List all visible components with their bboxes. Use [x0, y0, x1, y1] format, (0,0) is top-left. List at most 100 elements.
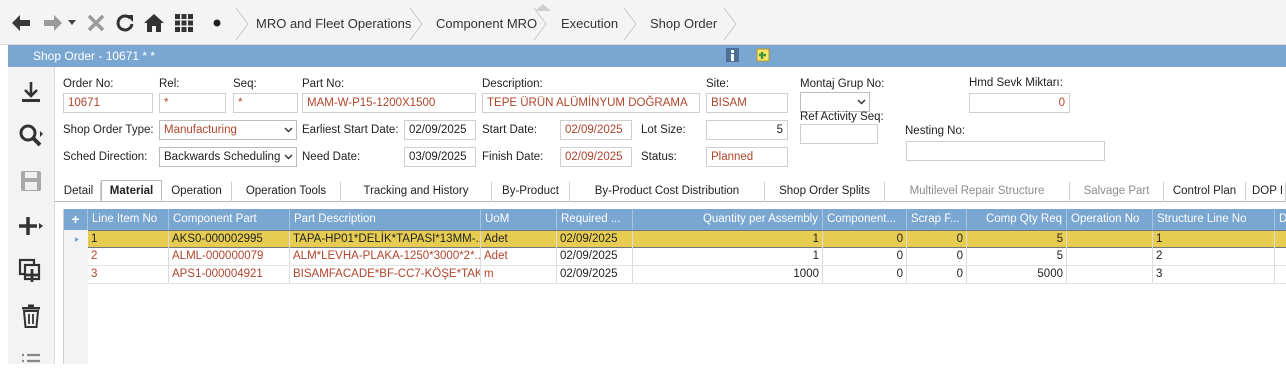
- chevron-down-icon: [284, 127, 293, 133]
- part-no-field[interactable]: MAM-W-P15-1200X1500: [302, 93, 476, 113]
- tab-multilevel-repair-structure: Multilevel Repair Structure: [885, 182, 1070, 202]
- table-row[interactable]: 1 AKS0-000002995 TAPA-HP01*DELİK*TAPASI*…: [88, 230, 1286, 248]
- cell-line-item-no: 1: [88, 231, 169, 248]
- column-header-required-date[interactable]: Required ...: [557, 209, 633, 230]
- list-icon[interactable]: [14, 344, 48, 378]
- cell-structure-line-no: 2: [1153, 248, 1275, 265]
- cell-quantity-per-assembly: 1: [633, 231, 823, 248]
- refresh-icon[interactable]: [113, 9, 137, 37]
- home-icon[interactable]: [142, 9, 166, 37]
- save-icon[interactable]: [14, 164, 48, 198]
- cell-component-part[interactable]: ALML-000000079: [169, 248, 290, 265]
- table-row[interactable]: 2 ALML-000000079 ALM*LEVHA-PLAKA-1250*30…: [88, 248, 1286, 266]
- breadcrumb-mro-fleet-operations[interactable]: MRO and Fleet Operations: [242, 8, 411, 40]
- collapse-nav-icon[interactable]: [535, 0, 551, 11]
- ref-activity-seq-label: Ref Activity Seq:: [800, 111, 884, 123]
- delete-icon[interactable]: [14, 299, 48, 333]
- ref-activity-seq-field[interactable]: [800, 124, 878, 144]
- dropdown-icon[interactable]: [66, 9, 78, 37]
- breadcrumb-shop-order[interactable]: Shop Order: [636, 8, 717, 40]
- hmd-sevk-miktari-field[interactable]: 0: [969, 93, 1070, 113]
- cell-part-description: BISAMFACADE*BF-CC7-KÖŞE*TAK...: [290, 266, 481, 283]
- forward-arrow-icon[interactable]: [40, 9, 66, 37]
- tab-operation-tools[interactable]: Operation Tools: [232, 182, 341, 202]
- seq-label: Seq:: [233, 78, 257, 90]
- back-arrow-icon[interactable]: [8, 9, 34, 37]
- tab-shop-order-splits[interactable]: Shop Order Splits: [765, 182, 885, 202]
- add-icon[interactable]: [14, 209, 48, 243]
- tab-detail[interactable]: Detail: [57, 182, 101, 202]
- cell-component-part[interactable]: AKS0-000002995: [169, 231, 290, 248]
- download-icon[interactable]: [14, 75, 48, 109]
- site-field[interactable]: BISAM: [706, 93, 788, 113]
- order-no-field[interactable]: 10671: [63, 93, 153, 113]
- cell-component-part[interactable]: APS1-000004921: [169, 266, 290, 283]
- tab-control-plan[interactable]: Control Plan: [1164, 182, 1246, 202]
- tab-material[interactable]: Material: [101, 180, 162, 201]
- cell-component: 0: [823, 231, 907, 248]
- cell-operation-no: [1067, 248, 1153, 265]
- column-header-comp-qty-req[interactable]: Comp Qty Req: [967, 209, 1067, 230]
- need-date-field[interactable]: 03/09/2025: [404, 147, 476, 167]
- column-header-part-description[interactable]: Part Description: [290, 209, 481, 230]
- nesting-no-label: Nesting No:: [905, 125, 966, 137]
- sched-direction-value: Backwards Scheduling: [164, 151, 281, 163]
- order-no-label: Order No:: [63, 78, 114, 90]
- shop-order-type-value: Manufacturing: [164, 124, 237, 136]
- add-row-button[interactable]: +: [64, 209, 88, 230]
- montaj-grup-no-select[interactable]: [800, 92, 870, 112]
- column-header-quantity-per-assembly[interactable]: Quantity per Assembly: [633, 209, 823, 230]
- window-title-bar: Shop Order - 10671 * *: [8, 45, 1286, 67]
- finish-date-label: Finish Date:: [482, 151, 544, 163]
- description-field[interactable]: TEPE ÜRÜN ALÜMİNYUM DOĞRAMA: [482, 93, 700, 113]
- top-navigation-bar: MRO and Fleet Operations Component MRO E…: [0, 0, 1286, 45]
- cell-quantity-per-assembly: 1: [633, 248, 823, 265]
- column-header-operation-no[interactable]: Operation No: [1067, 209, 1153, 230]
- column-header-scrap-factor[interactable]: Scrap F...: [907, 209, 967, 230]
- cell-scrap-factor: 0: [907, 266, 967, 283]
- dot-icon[interactable]: [210, 9, 224, 37]
- column-header-d[interactable]: D: [1275, 209, 1286, 230]
- lot-size-field[interactable]: 5: [706, 120, 788, 140]
- breadcrumb-component-mro[interactable]: Component MRO: [422, 8, 537, 40]
- sched-direction-select[interactable]: Backwards Scheduling: [159, 147, 297, 167]
- column-header-line-item-no[interactable]: Line Item No: [88, 209, 169, 230]
- finish-date-field[interactable]: 02/09/2025: [560, 147, 632, 167]
- cell-operation-no: [1067, 231, 1153, 248]
- tab-tracking-and-history[interactable]: Tracking and History: [341, 182, 492, 202]
- row-selector[interactable]: [64, 230, 88, 248]
- column-header-component[interactable]: Component...: [823, 209, 907, 230]
- note-icon[interactable]: [756, 47, 772, 63]
- grid-menu-icon[interactable]: [172, 9, 196, 37]
- cell-comp-qty-req: 5000: [967, 266, 1067, 283]
- tab-by-product[interactable]: By-Product: [492, 182, 570, 202]
- chevron-down-icon: [857, 99, 866, 105]
- shop-order-type-label: Shop Order Type:: [63, 124, 154, 136]
- rel-field[interactable]: *: [159, 93, 226, 113]
- seq-field[interactable]: *: [233, 93, 298, 113]
- tab-dop[interactable]: DOP I: [1246, 182, 1286, 202]
- lot-size-label: Lot Size:: [641, 124, 686, 136]
- cell-structure-line-no: 3: [1153, 266, 1275, 283]
- column-header-structure-line-no[interactable]: Structure Line No: [1153, 209, 1275, 230]
- cell-line-item-no: 2: [88, 248, 169, 265]
- rel-label: Rel:: [159, 78, 180, 90]
- tab-by-product-cost-distribution[interactable]: By-Product Cost Distribution: [570, 182, 765, 202]
- duplicate-icon[interactable]: [14, 254, 48, 288]
- breadcrumb-execution[interactable]: Execution: [547, 8, 618, 40]
- table-row[interactable]: 3 APS1-000004921 BISAMFACADE*BF-CC7-KÖŞE…: [88, 266, 1286, 284]
- close-icon[interactable]: [84, 9, 108, 37]
- nesting-no-field[interactable]: [906, 141, 1105, 161]
- cell-required-date: 02/09/2025: [557, 266, 633, 283]
- cell-component: 0: [823, 266, 907, 283]
- shop-order-type-select[interactable]: Manufacturing: [159, 120, 297, 140]
- column-header-uom[interactable]: UoM: [481, 209, 557, 230]
- column-header-component-part[interactable]: Component Part: [169, 209, 290, 230]
- earliest-start-date-field[interactable]: 02/09/2025: [404, 120, 476, 140]
- start-date-field[interactable]: 02/09/2025: [560, 120, 632, 140]
- cell-required-date: 02/09/2025: [557, 248, 633, 265]
- info-icon[interactable]: [726, 47, 742, 63]
- search-icon[interactable]: [14, 119, 48, 153]
- tab-operation[interactable]: Operation: [162, 182, 232, 202]
- description-label: Description:: [482, 78, 543, 90]
